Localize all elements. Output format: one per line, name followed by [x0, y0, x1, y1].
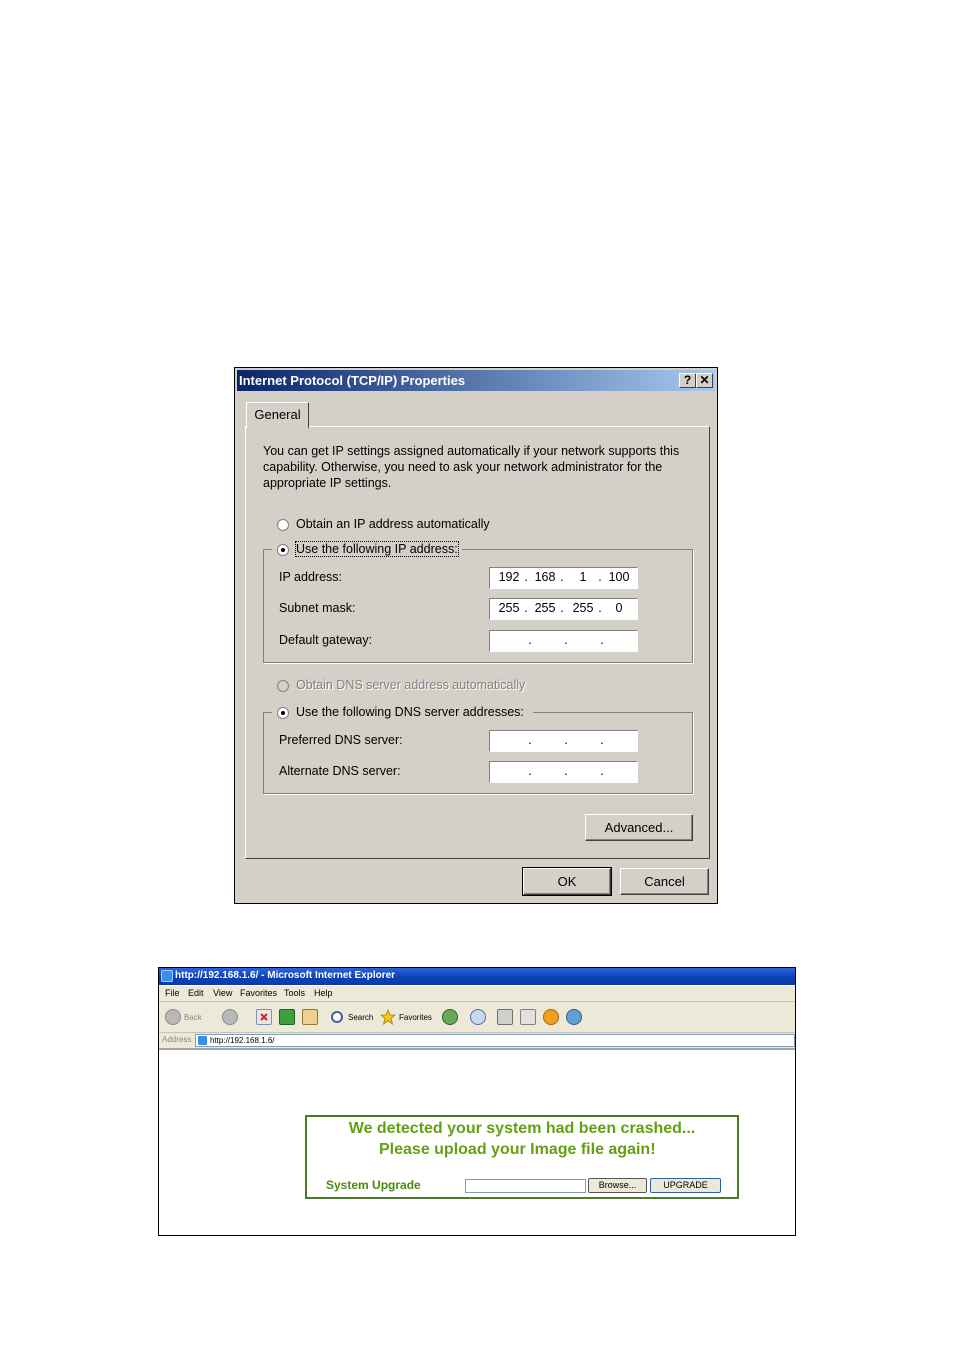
crash-message-line1: We detected your system had been crashed…	[348, 1120, 696, 1137]
history-icon[interactable]	[442, 1009, 458, 1025]
internet-explorer-window: http://192.168.1.6/ - Microsoft Internet…	[158, 967, 796, 1236]
crash-message-line2: Please upload your Image file again!	[379, 1141, 656, 1158]
favorites-label[interactable]: Favorites	[399, 1013, 432, 1022]
favorites-star-icon[interactable]	[380, 1009, 396, 1025]
obtain-ip-radio[interactable]	[277, 519, 289, 531]
dns-dot: .	[528, 733, 532, 747]
menu-view[interactable]: View	[213, 988, 232, 998]
dns-dot: .	[600, 764, 604, 778]
subnet-dot: .	[560, 601, 564, 615]
dialog-title-bar: Internet Protocol (TCP/IP) Properties ? …	[237, 370, 715, 391]
cancel-button[interactable]: Cancel	[620, 868, 709, 895]
use-dns-radio[interactable]	[277, 707, 289, 719]
image-file-input[interactable]	[465, 1179, 586, 1193]
ip-dot: .	[560, 570, 564, 584]
dns-dot: .	[564, 733, 568, 747]
ip-dot: .	[524, 570, 528, 584]
page-icon	[198, 1036, 207, 1045]
subnet-mask-label: Subnet mask:	[279, 601, 356, 615]
edit-icon[interactable]	[520, 1009, 536, 1025]
menu-favorites[interactable]: Favorites	[240, 988, 277, 998]
dialog-title: Internet Protocol (TCP/IP) Properties	[239, 373, 466, 388]
address-bar: Address http://192.168.1.6/	[159, 1033, 795, 1050]
gateway-dot: .	[600, 633, 604, 647]
ip-octet-4: 100	[608, 570, 630, 584]
browse-button[interactable]: Browse...	[588, 1178, 647, 1193]
home-icon[interactable]	[302, 1009, 318, 1025]
intro-text: You can get IP settings assigned automat…	[263, 444, 680, 490]
obtain-ip-label[interactable]: Obtain an IP address automatically	[296, 517, 490, 531]
subnet-octet-1: 255	[498, 601, 520, 615]
dns-dot: .	[564, 764, 568, 778]
refresh-icon[interactable]	[279, 1009, 295, 1025]
subnet-octet-3: 255	[572, 601, 594, 615]
menu-edit[interactable]: Edit	[188, 988, 204, 998]
gateway-dot: .	[564, 633, 568, 647]
back-label[interactable]: Back	[184, 1013, 202, 1022]
address-label: Address	[162, 1035, 192, 1044]
subnet-dot: .	[598, 601, 602, 615]
ip-address-label: IP address:	[279, 570, 343, 584]
menu-tools[interactable]: Tools	[284, 988, 305, 998]
upgrade-button[interactable]: UPGRADE	[650, 1178, 721, 1193]
help-button[interactable]: ?	[679, 373, 696, 388]
browser-menu-bar: File Edit View Favorites Tools Help	[159, 986, 795, 1002]
preferred-dns-label: Preferred DNS server:	[279, 733, 403, 747]
system-upgrade-label: System Upgrade	[326, 1178, 421, 1192]
address-value: http://192.168.1.6/	[210, 1036, 275, 1045]
preferred-dns-field[interactable]: . . .	[489, 730, 638, 752]
menu-help[interactable]: Help	[314, 988, 333, 998]
use-dns-label[interactable]: Use the following DNS server addresses:	[296, 705, 524, 719]
subnet-octet-2: 255	[534, 601, 556, 615]
subnet-dot: .	[524, 601, 528, 615]
ie-logo-icon	[161, 970, 173, 982]
subnet-octet-4: 0	[615, 601, 623, 615]
ip-octet-2: 168	[534, 570, 556, 584]
address-input[interactable]: http://192.168.1.6/	[195, 1034, 795, 1047]
ip-octet-1: 192	[498, 570, 520, 584]
print-icon[interactable]	[497, 1009, 513, 1025]
browser-title-bar: http://192.168.1.6/ - Microsoft Internet…	[159, 968, 795, 985]
subnet-mask-field[interactable]: 255 . 255 . 255 . 0	[489, 598, 638, 620]
crash-recovery-box: We detected your system had been crashed…	[305, 1115, 739, 1199]
close-button[interactable]: ✕	[696, 373, 713, 388]
stop-icon[interactable]	[256, 1009, 272, 1025]
dns-dot: .	[528, 764, 532, 778]
forward-arrow-icon[interactable]	[222, 1009, 238, 1025]
ip-dot: .	[598, 570, 602, 584]
alternate-dns-field[interactable]: . . .	[489, 761, 638, 783]
ok-button[interactable]: OK	[522, 867, 612, 896]
search-label[interactable]: Search	[348, 1013, 373, 1022]
default-gateway-field[interactable]: . . .	[489, 630, 638, 652]
ip-octet-3: 1	[579, 570, 587, 584]
ip-address-field[interactable]: 192 . 168 . 1 . 100	[489, 567, 638, 589]
menu-file[interactable]: File	[165, 988, 180, 998]
dns-dot: .	[600, 733, 604, 747]
discuss-icon[interactable]	[543, 1009, 559, 1025]
mail-icon[interactable]	[470, 1009, 486, 1025]
tcpip-properties-dialog: Internet Protocol (TCP/IP) Properties ? …	[234, 367, 718, 904]
alternate-dns-label: Alternate DNS server:	[279, 764, 401, 778]
tab-general[interactable]: General	[246, 402, 309, 428]
use-ip-label[interactable]: Use the following IP address:	[295, 541, 459, 557]
obtain-dns-label: Obtain DNS server address automatically	[296, 678, 526, 692]
messenger-icon[interactable]	[566, 1009, 582, 1025]
browser-title: http://192.168.1.6/ - Microsoft Internet…	[175, 970, 396, 981]
back-arrow-icon[interactable]	[165, 1009, 181, 1025]
advanced-button[interactable]: Advanced...	[585, 814, 693, 841]
gateway-dot: .	[528, 633, 532, 647]
default-gateway-label: Default gateway:	[279, 633, 373, 647]
browser-toolbar: Back Search Favorites	[159, 1002, 795, 1033]
use-ip-radio[interactable]	[277, 544, 289, 556]
search-icon[interactable]	[331, 1011, 343, 1023]
obtain-dns-radio[interactable]	[277, 680, 289, 692]
